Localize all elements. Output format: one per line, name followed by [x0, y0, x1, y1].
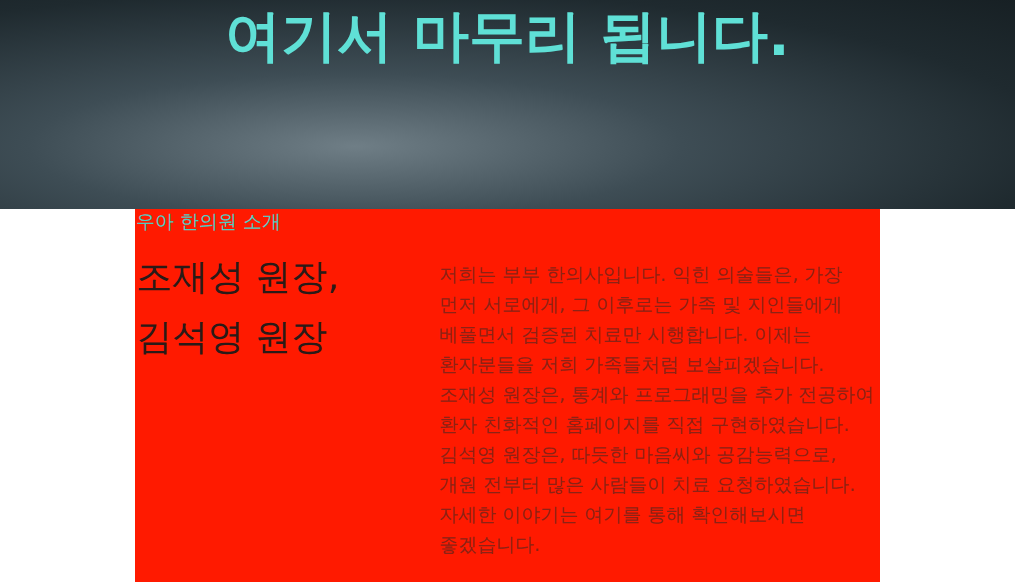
intro-section: 우아 한의원 소개조재성 원장,김석영 원장저희는 부부 한의사입니다. 익힌 … [135, 209, 880, 582]
doctor-name: 조재성 원장, [136, 247, 438, 307]
doctor-name: 김석영 원장 [136, 307, 438, 367]
doctor-names: 조재성 원장,김석영 원장 [135, 247, 438, 559]
intro-text: 저희는 부부 한의사입니다. 익힌 의술들은, 가장 먼저 서로에게, 그 이후… [438, 247, 880, 559]
hero-banner: 여기서 마무리 됩니다. [0, 0, 1015, 209]
section-label: 우아 한의원 소개 [135, 209, 880, 233]
hero-title: 여기서 마무리 됩니다. [225, 0, 789, 70]
intro-columns: 조재성 원장,김석영 원장저희는 부부 한의사입니다. 익힌 의술들은, 가장 … [135, 247, 880, 559]
